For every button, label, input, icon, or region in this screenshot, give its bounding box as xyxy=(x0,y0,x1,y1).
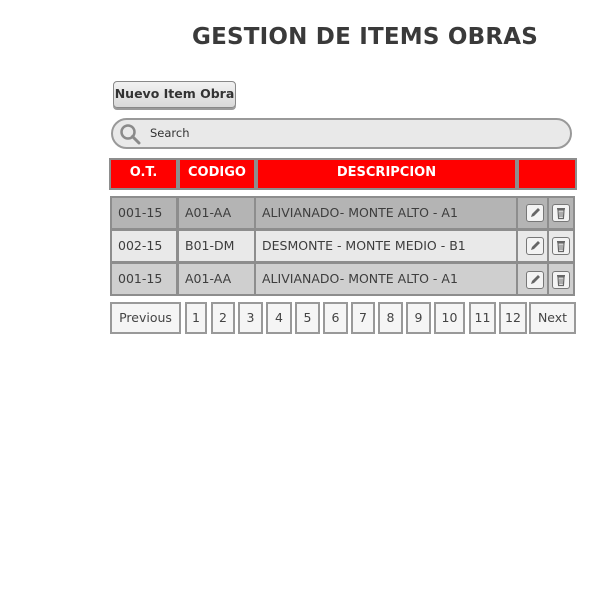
table-row-1-descripcion: DESMONTE - MONTE MEDIO - B1 xyxy=(254,229,518,263)
search-placeholder: Search xyxy=(150,126,190,140)
table-row-0-ot: 001-15 xyxy=(110,196,178,230)
pagination-page-6[interactable]: 6 xyxy=(323,302,348,334)
column-header-actions xyxy=(517,158,577,190)
pagination-next-button[interactable]: Next xyxy=(529,302,576,334)
pagination-page-10[interactable]: 10 xyxy=(434,302,465,334)
search-input[interactable]: Search xyxy=(111,118,572,149)
table-row-2-delete-cell xyxy=(547,262,575,296)
table-row-2-edit-cell xyxy=(516,262,549,296)
page-title: GESTION DE ITEMS OBRAS xyxy=(192,24,538,50)
search-icon xyxy=(119,123,141,145)
table-row-1-edit-cell xyxy=(516,229,549,263)
pagination-page-4[interactable]: 4 xyxy=(266,302,292,334)
table-row-0-edit-cell xyxy=(516,196,549,230)
pagination-page-11[interactable]: 11 xyxy=(469,302,496,334)
pagination-page-7[interactable]: 7 xyxy=(351,302,375,334)
table-row-2-ot: 001-15 xyxy=(110,262,178,296)
table-row-0-descripcion: ALIVIANADO- MONTE ALTO - A1 xyxy=(254,196,518,230)
edit-icon[interactable] xyxy=(526,237,544,255)
table-row-2-codigo: A01-AA xyxy=(177,262,256,296)
pagination-page-12[interactable]: 12 xyxy=(499,302,527,334)
table-row-0-delete-cell xyxy=(547,196,575,230)
column-header-ot[interactable]: O.T. xyxy=(109,158,178,190)
table-row-0-codigo: A01-AA xyxy=(177,196,256,230)
column-header-descripcion[interactable]: DESCRIPCION xyxy=(256,158,517,190)
pagination-page-1[interactable]: 1 xyxy=(185,302,207,334)
table-row-1-delete-cell xyxy=(547,229,575,263)
pagination-previous-button[interactable]: Previous xyxy=(110,302,181,334)
new-item-button[interactable]: Nuevo Item Obra xyxy=(113,81,236,108)
pagination-page-8[interactable]: 8 xyxy=(378,302,403,334)
table-row-2-descripcion: ALIVIANADO- MONTE ALTO - A1 xyxy=(254,262,518,296)
pagination-page-5[interactable]: 5 xyxy=(295,302,320,334)
pagination-page-2[interactable]: 2 xyxy=(211,302,235,334)
trash-icon[interactable] xyxy=(552,271,570,289)
table-row-1-ot: 002-15 xyxy=(110,229,178,263)
column-header-codigo[interactable]: CODIGO xyxy=(178,158,256,190)
pagination-page-3[interactable]: 3 xyxy=(238,302,263,334)
table-row-1-codigo: B01-DM xyxy=(177,229,256,263)
edit-icon[interactable] xyxy=(526,271,544,289)
trash-icon[interactable] xyxy=(552,237,570,255)
trash-icon[interactable] xyxy=(552,204,570,222)
edit-icon[interactable] xyxy=(526,204,544,222)
pagination-page-9[interactable]: 9 xyxy=(406,302,431,334)
